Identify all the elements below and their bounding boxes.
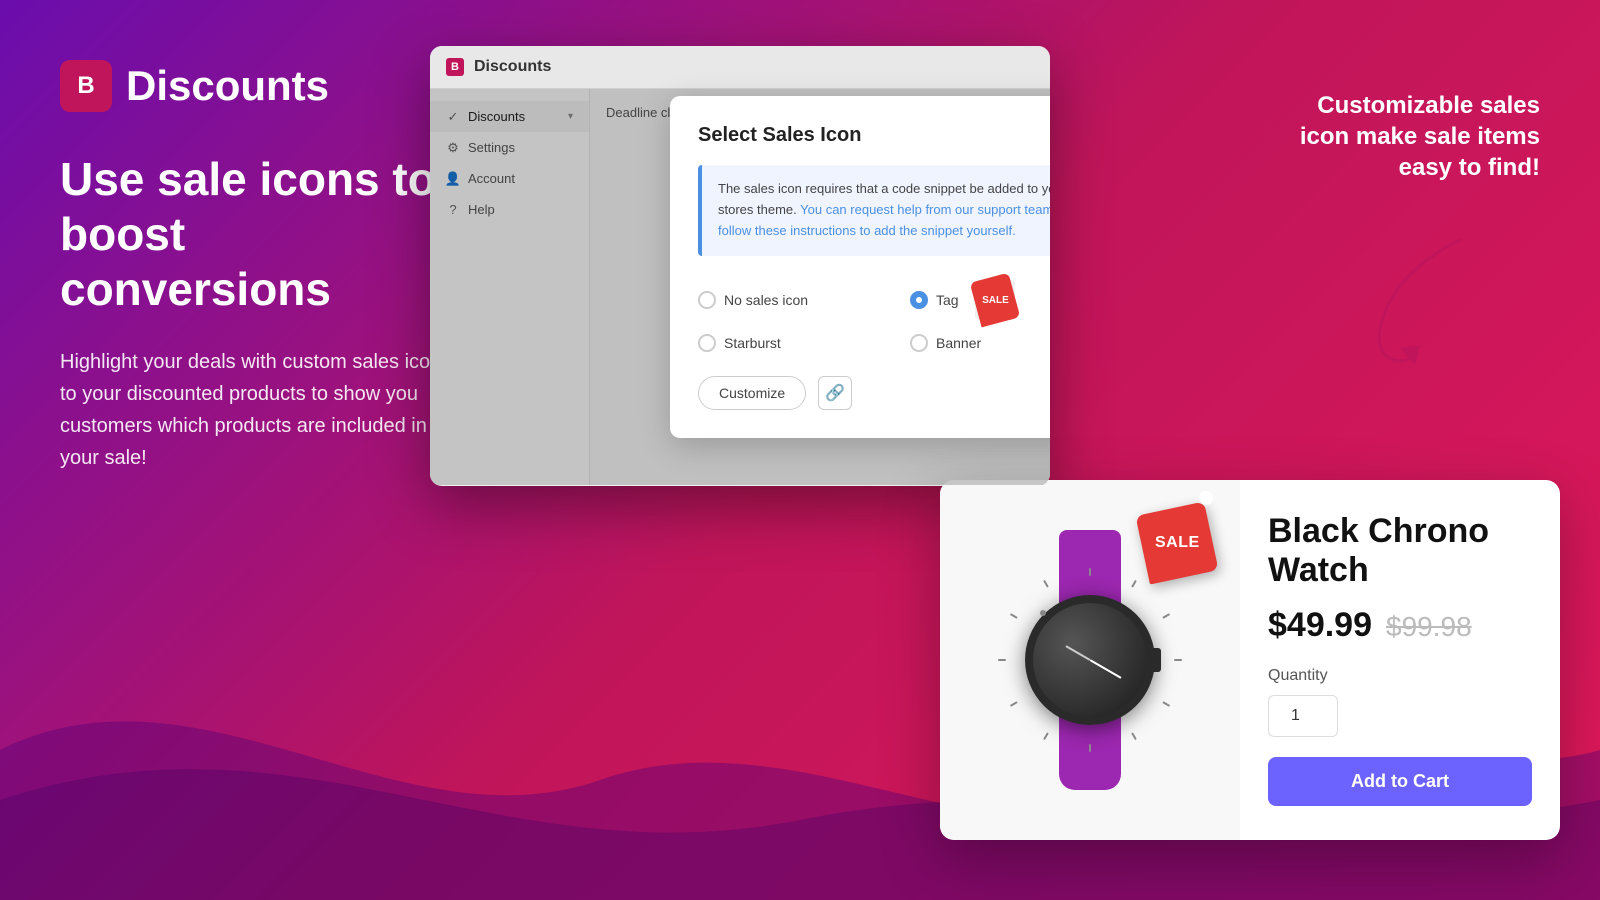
modal-overlay: Select Sales Icon The sales icon require… [430, 89, 1050, 485]
product-info: Black Chrono Watch $49.99 $99.98 Quantit… [1240, 480, 1560, 840]
radio-no-sales-icon[interactable]: No sales icon [698, 280, 890, 320]
watch-markers [1040, 610, 1140, 710]
radio-tag[interactable]: Tag SALE [910, 280, 1050, 320]
product-name: Black Chrono Watch [1268, 512, 1532, 590]
arrow-decoration [1360, 230, 1480, 370]
main-content: Deadline clock displayed Select Sales Ic… [590, 89, 1050, 485]
tag-preview-icon: SALE [969, 272, 1020, 327]
app-window: B Discounts ✓ Discounts ▾ ⚙ Settings 👤 A… [430, 46, 1050, 486]
price-row: $49.99 $99.98 [1268, 606, 1532, 645]
modal-footer: Customize 🔗 [698, 376, 1050, 410]
modal-title: Select Sales Icon [698, 124, 1050, 147]
price-original: $99.98 [1386, 611, 1472, 643]
select-sales-icon-modal: Select Sales Icon The sales icon require… [670, 96, 1050, 437]
customize-button[interactable]: Customize [698, 376, 806, 410]
sale-badge: SALE [1135, 501, 1218, 584]
watch-hour-hand [1065, 645, 1090, 661]
radio-circle-tag [910, 291, 928, 309]
link-icon-button[interactable]: 🔗 [818, 376, 852, 410]
brand-icon: B [60, 60, 112, 112]
radio-label-tag: Tag [936, 292, 959, 308]
watch-center [1040, 610, 1046, 616]
radio-circle-banner [910, 334, 928, 352]
quantity-label: Quantity [1268, 667, 1532, 685]
brand-header: B Discounts [60, 60, 460, 112]
window-title: Discounts [474, 58, 551, 76]
radio-circle-starburst [698, 334, 716, 352]
watch-crown [1151, 648, 1161, 672]
radio-starburst[interactable]: Starburst [698, 334, 890, 352]
watch-minute-hand [1090, 659, 1122, 679]
window-titlebar: B Discounts [430, 46, 1050, 89]
window-body: ✓ Discounts ▾ ⚙ Settings 👤 Account ? Hel… [430, 89, 1050, 485]
window-app-icon: B [446, 58, 464, 76]
radio-circle-no-icon [698, 291, 716, 309]
brand-title: Discounts [126, 62, 329, 110]
radio-label-starburst: Starburst [724, 335, 781, 351]
left-section: B Discounts Use sale icons to boost conv… [60, 60, 460, 474]
info-box: The sales icon requires that a code snip… [698, 165, 1050, 255]
quantity-input[interactable] [1268, 695, 1338, 737]
add-to-cart-button[interactable]: Add to Cart [1268, 757, 1532, 806]
price-current: $49.99 [1268, 606, 1372, 645]
product-image-area: SALE [940, 480, 1240, 840]
radio-group: No sales icon Tag SALE [698, 280, 1050, 352]
right-callout: Customizable sales icon make sale items … [1280, 90, 1540, 184]
watch-face [1025, 595, 1155, 725]
radio-label-banner: Banner [936, 335, 981, 351]
hero-description: Highlight your deals with custom sales i… [60, 346, 460, 474]
hero-heading: Use sale icons to boost conversions [60, 152, 460, 318]
product-card: SALE [940, 480, 1560, 840]
radio-banner[interactable]: Banner [910, 334, 1050, 352]
radio-label-no-icon: No sales icon [724, 292, 808, 308]
brand-icon-letter: B [77, 72, 94, 100]
sale-badge-text: SALE [1155, 534, 1200, 552]
callout-text: Customizable sales icon make sale items … [1300, 92, 1540, 181]
